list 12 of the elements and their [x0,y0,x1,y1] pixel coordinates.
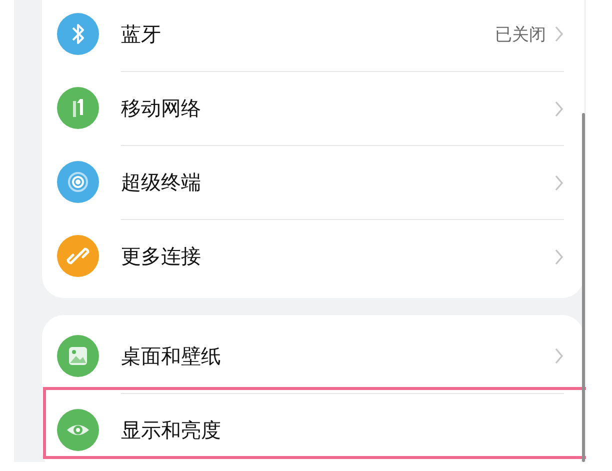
setting-label[interactable]: 蓝牙 [121,20,161,48]
setting-label[interactable]: 显示和亮度 [121,417,221,444]
setting-label[interactable]: 移动网络 [121,95,201,122]
setting-label[interactable]: 超级终端 [121,169,201,196]
chevron-icon [554,248,564,266]
chevron-icon [554,347,564,365]
chevron-icon [554,174,564,192]
setting-label[interactable]: 更多连接 [121,243,201,270]
setting-label[interactable]: 桌面和壁纸 [121,342,221,370]
setting-value: 已关闭 [495,24,546,46]
chevron-icon [554,100,564,118]
chevron-icon [554,25,564,43]
